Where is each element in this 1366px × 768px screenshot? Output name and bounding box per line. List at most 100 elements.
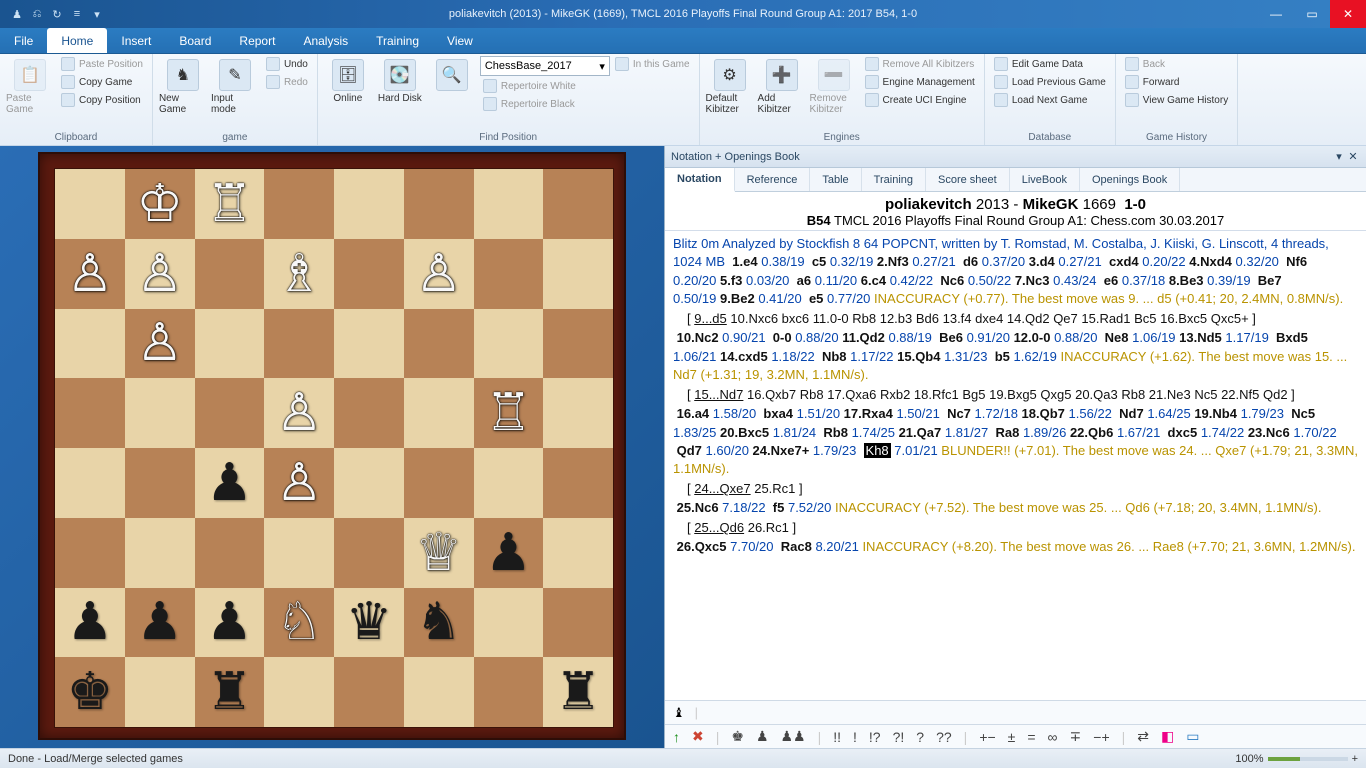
interesting-move-icon[interactable]: !? bbox=[869, 729, 881, 745]
eval-equal-icon[interactable]: = bbox=[1027, 729, 1035, 745]
square[interactable] bbox=[125, 448, 195, 518]
paste-game-button[interactable]: 📋Paste Game bbox=[6, 56, 54, 115]
engine-management-button[interactable]: Engine Management bbox=[862, 74, 978, 90]
tab-notation[interactable]: Notation bbox=[665, 168, 735, 192]
pane-close-icon[interactable]: ✕ bbox=[1346, 150, 1360, 163]
repertoire-white-button[interactable]: Repertoire White bbox=[480, 78, 610, 94]
zoom-in-icon[interactable]: + bbox=[1352, 753, 1358, 765]
square[interactable] bbox=[334, 309, 404, 379]
bishop-glyph-icon[interactable]: ♝ bbox=[673, 705, 685, 721]
square[interactable]: ♔ bbox=[125, 169, 195, 239]
square[interactable] bbox=[55, 448, 125, 518]
square[interactable]: ♖ bbox=[195, 169, 265, 239]
paste-position-button[interactable]: Paste Position bbox=[58, 56, 146, 72]
copy-position-button[interactable]: Copy Position bbox=[58, 92, 146, 108]
dubious-move-icon[interactable]: ?! bbox=[893, 729, 905, 745]
tab-board[interactable]: Board bbox=[165, 28, 225, 53]
minimize-button[interactable]: — bbox=[1258, 0, 1294, 28]
tab-view[interactable]: View bbox=[433, 28, 487, 53]
maximize-button[interactable]: ▭ bbox=[1294, 0, 1330, 28]
search-button[interactable]: 🔍 bbox=[428, 56, 476, 104]
square[interactable] bbox=[543, 378, 613, 448]
square[interactable] bbox=[474, 309, 544, 379]
zoom-slider[interactable] bbox=[1268, 757, 1348, 761]
back-button[interactable]: Back bbox=[1122, 56, 1231, 72]
square[interactable]: ♙ bbox=[264, 448, 334, 518]
square[interactable] bbox=[543, 448, 613, 518]
qat-icon[interactable]: ♟ bbox=[10, 7, 24, 21]
add-kibitzer-button[interactable]: ➕Add Kibitzer bbox=[758, 56, 806, 115]
pane-dropdown-icon[interactable]: ▾ bbox=[1332, 150, 1346, 163]
square[interactable]: ♙ bbox=[404, 239, 474, 309]
square[interactable]: ♗ bbox=[264, 239, 334, 309]
square[interactable] bbox=[264, 309, 334, 379]
qat-icon[interactable]: ▾ bbox=[90, 7, 104, 21]
tab-analysis[interactable]: Analysis bbox=[289, 28, 362, 53]
eval-black-winning-icon[interactable]: −+ bbox=[1093, 729, 1109, 745]
load-prev-game-button[interactable]: Load Previous Game bbox=[991, 74, 1109, 90]
square[interactable]: ♙ bbox=[55, 239, 125, 309]
arrow-up-icon[interactable]: ↑ bbox=[673, 729, 680, 745]
view-game-history-button[interactable]: View Game History bbox=[1122, 92, 1231, 108]
square[interactable] bbox=[334, 518, 404, 588]
square[interactable]: ♟ bbox=[474, 518, 544, 588]
online-button[interactable]: 🗄Online bbox=[324, 56, 372, 104]
tab-training[interactable]: Training bbox=[362, 28, 433, 53]
square[interactable] bbox=[55, 378, 125, 448]
tab-table[interactable]: Table bbox=[810, 168, 861, 191]
pieces-icon[interactable]: ♟♟ bbox=[781, 728, 806, 745]
square[interactable] bbox=[543, 239, 613, 309]
square[interactable]: ♚ bbox=[55, 657, 125, 727]
square[interactable] bbox=[334, 169, 404, 239]
square[interactable] bbox=[195, 518, 265, 588]
square[interactable]: ♕ bbox=[404, 518, 474, 588]
new-game-button[interactable]: ♞New Game bbox=[159, 56, 207, 115]
eval-black-better-icon[interactable]: ∓ bbox=[1070, 728, 1082, 745]
square[interactable] bbox=[543, 169, 613, 239]
square[interactable] bbox=[404, 309, 474, 379]
tab-file[interactable]: File bbox=[0, 28, 47, 53]
square[interactable] bbox=[334, 239, 404, 309]
square[interactable] bbox=[474, 657, 544, 727]
database-combo[interactable]: ChessBase_2017▾ bbox=[480, 56, 610, 76]
eval-unclear-icon[interactable]: ∞ bbox=[1048, 729, 1058, 745]
tab-reference[interactable]: Reference bbox=[735, 168, 811, 191]
square[interactable] bbox=[404, 657, 474, 727]
harddisk-button[interactable]: 💽Hard Disk bbox=[376, 56, 424, 104]
square[interactable]: ♙ bbox=[264, 378, 334, 448]
square[interactable] bbox=[474, 239, 544, 309]
square[interactable]: ♟ bbox=[55, 588, 125, 658]
forward-button[interactable]: Forward bbox=[1122, 74, 1231, 90]
square[interactable] bbox=[334, 448, 404, 518]
chess-board[interactable]: ♔♖♙♙♗♙♙♙♖♟♙♕♟♟♟♟♘♛♞♚♜♜ bbox=[54, 168, 614, 728]
square[interactable] bbox=[125, 518, 195, 588]
tab-report[interactable]: Report bbox=[225, 28, 289, 53]
eraser-icon[interactable]: ◧ bbox=[1161, 728, 1174, 745]
square[interactable] bbox=[334, 657, 404, 727]
qat-icon[interactable]: ⎌ bbox=[30, 7, 44, 21]
pawn-icon[interactable]: ♟ bbox=[756, 728, 769, 745]
square[interactable] bbox=[404, 448, 474, 518]
square[interactable] bbox=[543, 518, 613, 588]
square[interactable]: ♖ bbox=[474, 378, 544, 448]
in-this-game-button[interactable]: In this Game bbox=[612, 56, 693, 72]
tab-insert[interactable]: Insert bbox=[107, 28, 165, 53]
square[interactable] bbox=[264, 169, 334, 239]
copy-game-button[interactable]: Copy Game bbox=[58, 74, 146, 90]
square[interactable] bbox=[55, 518, 125, 588]
square[interactable]: ♟ bbox=[195, 588, 265, 658]
square[interactable]: ♙ bbox=[125, 309, 195, 379]
tab-training-sub[interactable]: Training bbox=[862, 168, 926, 191]
create-uci-engine-button[interactable]: Create UCI Engine bbox=[862, 92, 978, 108]
square[interactable] bbox=[474, 448, 544, 518]
bad-move-icon[interactable]: ? bbox=[916, 729, 924, 745]
close-button[interactable]: ✕ bbox=[1330, 0, 1366, 28]
zoom-control[interactable]: 100% + bbox=[1235, 753, 1358, 765]
square[interactable]: ♘ bbox=[264, 588, 334, 658]
undo-button[interactable]: Undo bbox=[263, 56, 311, 72]
square[interactable] bbox=[404, 169, 474, 239]
blunder-icon[interactable]: ?? bbox=[936, 729, 952, 745]
load-next-game-button[interactable]: Load Next Game bbox=[991, 92, 1109, 108]
square[interactable] bbox=[264, 518, 334, 588]
square[interactable] bbox=[474, 588, 544, 658]
